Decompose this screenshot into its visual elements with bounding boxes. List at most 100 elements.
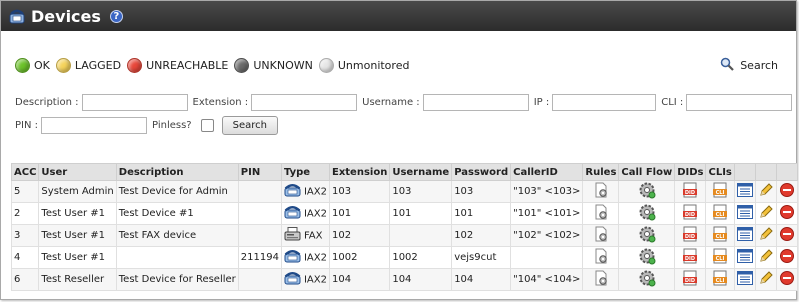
page-title: Devices [31,6,101,26]
details-icon[interactable] [736,227,753,244]
ip-field[interactable] [552,93,657,111]
delete-icon[interactable] [779,226,795,245]
call-flow-icon[interactable] [638,203,656,224]
clis-cell: CLI [705,268,735,291]
details-cell [733,202,756,225]
type-cell: IAX2 [280,246,330,269]
column-header[interactable]: Extension [328,163,391,181]
callerid-cell: "103" <103> [510,180,584,203]
clis-icon[interactable]: CLI [712,226,728,245]
dids-cell: DID [674,246,707,269]
call-flow-cell [618,224,676,247]
column-header[interactable]: Username [389,163,453,181]
call-flow-cell [618,180,676,203]
details-cell [733,224,756,247]
column-header[interactable]: CallerID [510,163,584,181]
clis-icon[interactable]: CLI [712,182,728,201]
clis-icon[interactable]: CLI [712,204,728,223]
extension-label: Extension : [192,96,249,108]
cli-field[interactable] [686,93,793,111]
column-header [733,163,756,181]
dids-icon[interactable]: DID [682,226,698,245]
user-cell: Test User #1 [38,246,117,269]
svg-text:DID: DID [685,212,695,218]
delete-icon[interactable] [779,182,795,201]
type-cell: IAX2 [280,202,330,225]
call-flow-icon[interactable] [638,269,656,290]
edit-cell [754,202,777,225]
search-button[interactable]: Search [221,115,278,135]
column-header[interactable]: Description [115,163,239,181]
password-cell: vejs9cut [451,246,512,269]
svg-text:DID: DID [685,278,695,284]
clis-cell: CLI [705,224,735,247]
delete-icon[interactable] [779,204,795,223]
username-cell: 104 [389,268,453,291]
status-dot-icon [127,58,143,73]
username-cell [389,224,453,247]
column-header[interactable]: Password [451,163,512,181]
table-row: 4 Test User #1 211194 IAX2 1002 1002 vejs9cut D… [10,246,798,269]
dids-icon[interactable]: DID [682,270,698,289]
delete-icon[interactable] [779,270,795,289]
cli-label: CLI : [661,96,684,108]
delete-icon[interactable] [779,248,795,267]
search-toggle-link[interactable]: Search [720,57,778,74]
call-flow-icon[interactable] [638,181,656,202]
clis-icon[interactable]: CLI [712,248,728,267]
details-cell [733,246,756,269]
details-icon[interactable] [736,249,753,266]
rules-icon[interactable] [593,270,609,289]
details-icon[interactable] [736,183,753,200]
column-header[interactable]: User [38,163,117,181]
username-cell: 1002 [389,246,453,269]
rules-icon[interactable] [593,182,609,201]
column-header[interactable]: ACC [10,163,40,181]
status-dot-icon [234,58,250,73]
call-flow-icon[interactable] [638,225,656,246]
call-flow-icon[interactable] [638,247,656,268]
clis-cell: CLI [705,202,735,225]
rules-icon[interactable] [593,248,609,267]
edit-icon[interactable] [758,204,774,223]
extension-cell: 103 [328,180,391,203]
legend-lagged: LAGGED [55,58,122,73]
rules-icon[interactable] [593,226,609,245]
column-header[interactable]: PIN [237,163,282,181]
edit-cell [754,268,777,291]
delete-cell [775,180,798,203]
column-header[interactable]: Type [280,163,330,181]
edit-icon[interactable] [758,248,774,267]
legend-label: LAGGED [74,59,122,72]
pin-field[interactable] [41,116,148,134]
help-icon[interactable]: ? [109,9,123,23]
edit-icon[interactable] [758,182,774,201]
rules-icon[interactable] [593,204,609,223]
pinless-checkbox[interactable] [200,118,214,132]
dids-icon[interactable]: DID [682,204,698,223]
svg-text:DID: DID [685,256,695,262]
username-cell: 103 [389,180,453,203]
dids-icon[interactable]: DID [682,248,698,267]
description-field[interactable] [81,93,188,111]
dids-icon[interactable]: DID [682,182,698,201]
legend-unknown: UNKNOWN [234,58,313,73]
edit-icon[interactable] [758,226,774,245]
edit-icon[interactable] [758,270,774,289]
status-dot-icon [15,58,30,73]
details-icon[interactable] [736,271,753,288]
callerid-cell: "101" <101> [510,202,584,225]
table-row: 2 Test User #1 Test Device #1 IAX2 101 101 101… [10,202,798,225]
clis-icon[interactable]: CLI [712,270,728,289]
device-type-label: FAX [303,230,323,242]
search-link-label: Search [740,59,778,72]
description-label: Description : [15,96,79,108]
table-row: 3 Test User #1 Test FAX device FAX 102 102 "10… [10,224,798,247]
details-icon[interactable] [736,205,753,222]
extension-field[interactable] [251,93,358,111]
username-field[interactable] [422,93,529,111]
clis-cell: CLI [705,246,735,269]
edit-cell [754,180,777,203]
phone-icon [284,249,301,266]
device-type-label: IAX2 [303,208,327,220]
